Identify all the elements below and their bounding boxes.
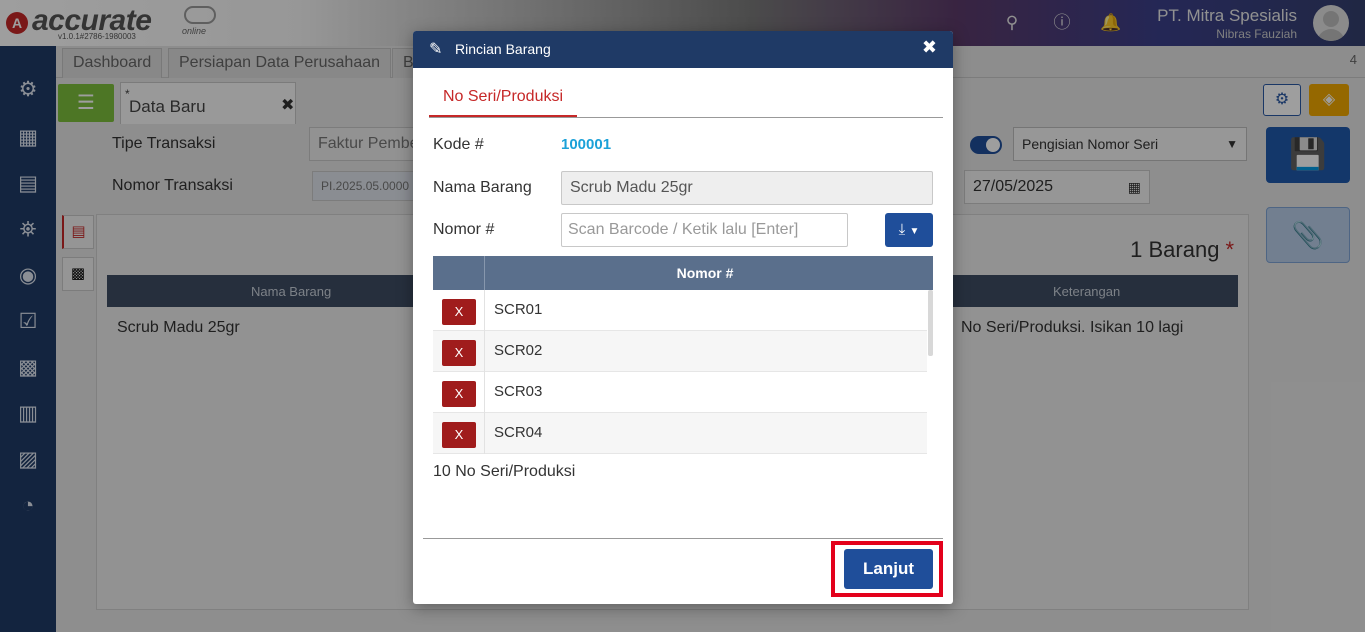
pencil-icon: ✎ <box>429 41 443 58</box>
nomor-label: Nomor # <box>433 221 495 238</box>
serial-value[interactable]: SCR01 <box>494 301 542 318</box>
serial-value[interactable]: SCR04 <box>494 424 542 441</box>
tab-divider <box>429 117 943 118</box>
table-row: X SCR02 <box>433 331 927 372</box>
serial-value[interactable]: SCR03 <box>494 383 542 400</box>
highlight-box <box>831 541 943 597</box>
col-nomor: Nomor # <box>676 265 734 281</box>
import-dropdown-button[interactable]: ⤓ ▼ <box>885 213 933 247</box>
footer-divider <box>423 538 943 539</box>
nama-barang-field: Scrub Madu 25gr <box>561 171 933 205</box>
dialog-title: Rincian Barang <box>455 41 551 57</box>
kode-label: Kode # <box>433 136 484 153</box>
close-icon[interactable]: ✖ <box>922 37 937 58</box>
chevron-down-icon: ▼ <box>909 226 920 237</box>
dialog-header: ✎ Rincian Barang ✖ <box>413 31 953 68</box>
tab-no-seri-produksi[interactable]: No Seri/Produksi <box>429 81 577 117</box>
table-row: X SCR04 <box>433 413 927 454</box>
grid-scrollbar[interactable] <box>928 290 933 356</box>
cell-divider <box>484 372 485 413</box>
delete-row-button[interactable]: X <box>442 299 476 325</box>
kode-value: 100001 <box>561 136 612 153</box>
serial-grid-header: Nomor # <box>433 256 933 290</box>
cell-divider <box>484 413 485 454</box>
delete-row-button[interactable]: X <box>442 422 476 448</box>
cell-divider <box>484 290 485 331</box>
delete-row-button[interactable]: X <box>442 381 476 407</box>
serial-value[interactable]: SCR02 <box>494 342 542 359</box>
table-row: X SCR03 <box>433 372 927 413</box>
cell-divider <box>484 331 485 372</box>
download-icon: ⤓ <box>898 221 906 238</box>
serial-number-input[interactable] <box>561 213 848 247</box>
serial-count: 10 No Seri/Produksi <box>433 463 576 480</box>
nama-barang-label: Nama Barang <box>433 179 532 196</box>
table-row: X SCR01 <box>433 290 927 331</box>
delete-row-button[interactable]: X <box>442 340 476 366</box>
rincian-barang-dialog: ✎ Rincian Barang ✖ No Seri/Produksi Kode… <box>413 31 953 604</box>
serial-grid: Nomor # X SCR01 X SCR02 X SCR03 X SCR04 <box>433 256 933 454</box>
